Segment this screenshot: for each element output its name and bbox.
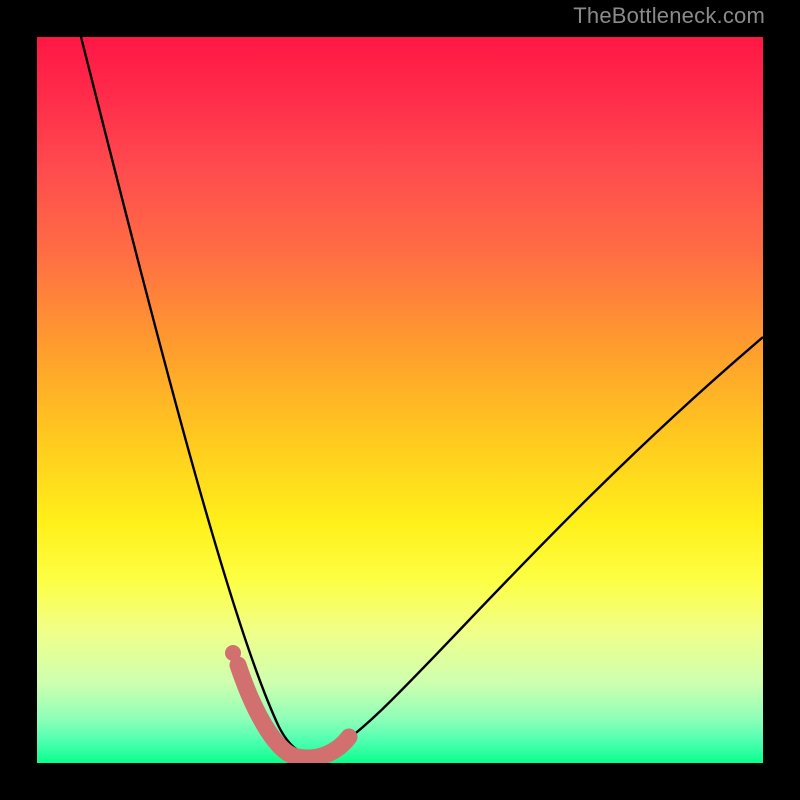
curve-layer	[37, 37, 763, 763]
attribution-label: TheBottleneck.com	[573, 3, 765, 29]
highlight-dot	[225, 645, 241, 661]
highlight-segment	[238, 665, 349, 758]
plot-area	[37, 37, 763, 763]
bottleneck-curve	[81, 37, 763, 755]
chart-frame: TheBottleneck.com	[0, 0, 800, 800]
